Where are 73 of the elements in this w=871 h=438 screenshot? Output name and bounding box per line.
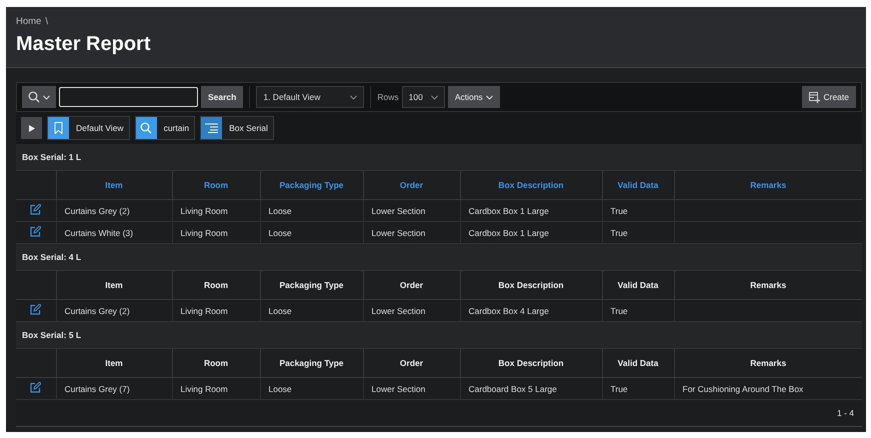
column-header[interactable]: Box Description [498,358,564,368]
column-header[interactable]: Item [105,180,123,190]
column-header[interactable]: Box Description [498,280,564,290]
table-cell: Cardboard Box 5 Large [468,384,557,394]
table-cell: True [610,228,628,238]
filter-chip[interactable]: Default View [47,116,130,140]
toggle-button[interactable] [21,117,42,139]
table-cell: Lower Section [372,206,426,216]
search-button[interactable]: Search [201,86,244,108]
table-cell: Curtains Grey (2) [64,306,130,316]
column-header[interactable]: Order [400,358,424,368]
chevron-down-icon [486,94,493,100]
column-header[interactable]: Room [204,358,228,368]
column-header[interactable]: Order [400,180,424,190]
table-cell: Cardbox Box 1 Large [468,206,549,216]
column-header[interactable]: Remarks [750,180,786,190]
table-cell: Loose [268,384,292,394]
rows-select[interactable]: 100 [402,86,445,108]
edit-icon[interactable] [30,382,42,393]
chevron-down-icon [350,94,358,100]
table-add-icon [809,92,820,102]
breadcrumb-separator: \ [45,16,48,27]
chevron-down-icon [430,94,438,100]
table-cell: Lower Section [372,306,426,316]
table-cell: Living Room [180,384,228,394]
search-field[interactable] [59,87,198,107]
filter-chip[interactable]: Box Serial [200,116,274,140]
table-cell: For Cushioning Around The Box [682,384,804,394]
table-cell: Curtains White (3) [64,228,133,238]
table-cell: Lower Section [372,228,426,238]
table-cell: Cardbox Box 1 Large [468,228,549,238]
table-cell: Curtains Grey (2) [64,206,130,216]
breadcrumb-link[interactable]: Home [16,16,42,27]
column-header[interactable]: Remarks [750,358,786,368]
page-title: Master Report [16,33,152,56]
table-cell: True [610,384,628,394]
rows-label: Rows [377,92,399,102]
table-cell: Loose [268,306,292,316]
report-select[interactable]: 1. Default View [256,86,364,108]
filter-chip[interactable]: curtain [134,116,196,140]
table-cell: Cardbox Box 4 Large [468,306,549,316]
column-header[interactable]: Order [400,280,424,290]
edit-icon[interactable] [30,304,42,315]
list-icon [205,123,218,133]
table-cell: Lower Section [372,384,426,394]
table-cell: Living Room [180,206,228,216]
create-button[interactable]: Create [802,86,856,108]
column-header[interactable]: Room [204,280,228,290]
column-header[interactable]: Valid Data [618,180,658,190]
table-cell: Loose [268,206,292,216]
play-icon [28,124,34,132]
column-header[interactable]: Room [204,180,228,190]
chevron-down-icon [43,94,50,100]
table-cell: Loose [268,228,292,238]
search-icon [28,91,40,103]
column-header[interactable]: Item [105,358,123,368]
column-header[interactable]: Valid Data [618,358,658,368]
edit-icon[interactable] [30,204,42,215]
edit-icon[interactable] [30,226,42,237]
actions-button[interactable]: Actions [448,86,500,108]
column-header[interactable]: Box Description [498,180,564,190]
table-cell: Living Room [180,228,228,238]
search-column-button[interactable] [22,86,56,108]
column-header[interactable]: Remarks [750,280,786,290]
table-cell: Curtains Grey (7) [64,384,130,394]
table-cell: Living Room [180,306,228,316]
search-icon [140,122,152,134]
table-cell: True [610,306,628,316]
table-cell: True [610,206,628,216]
pagination-text: 1 - 4 [836,408,854,418]
column-header[interactable]: Valid Data [618,280,658,290]
column-header[interactable]: Item [105,280,123,290]
bookmark-icon [54,122,63,134]
